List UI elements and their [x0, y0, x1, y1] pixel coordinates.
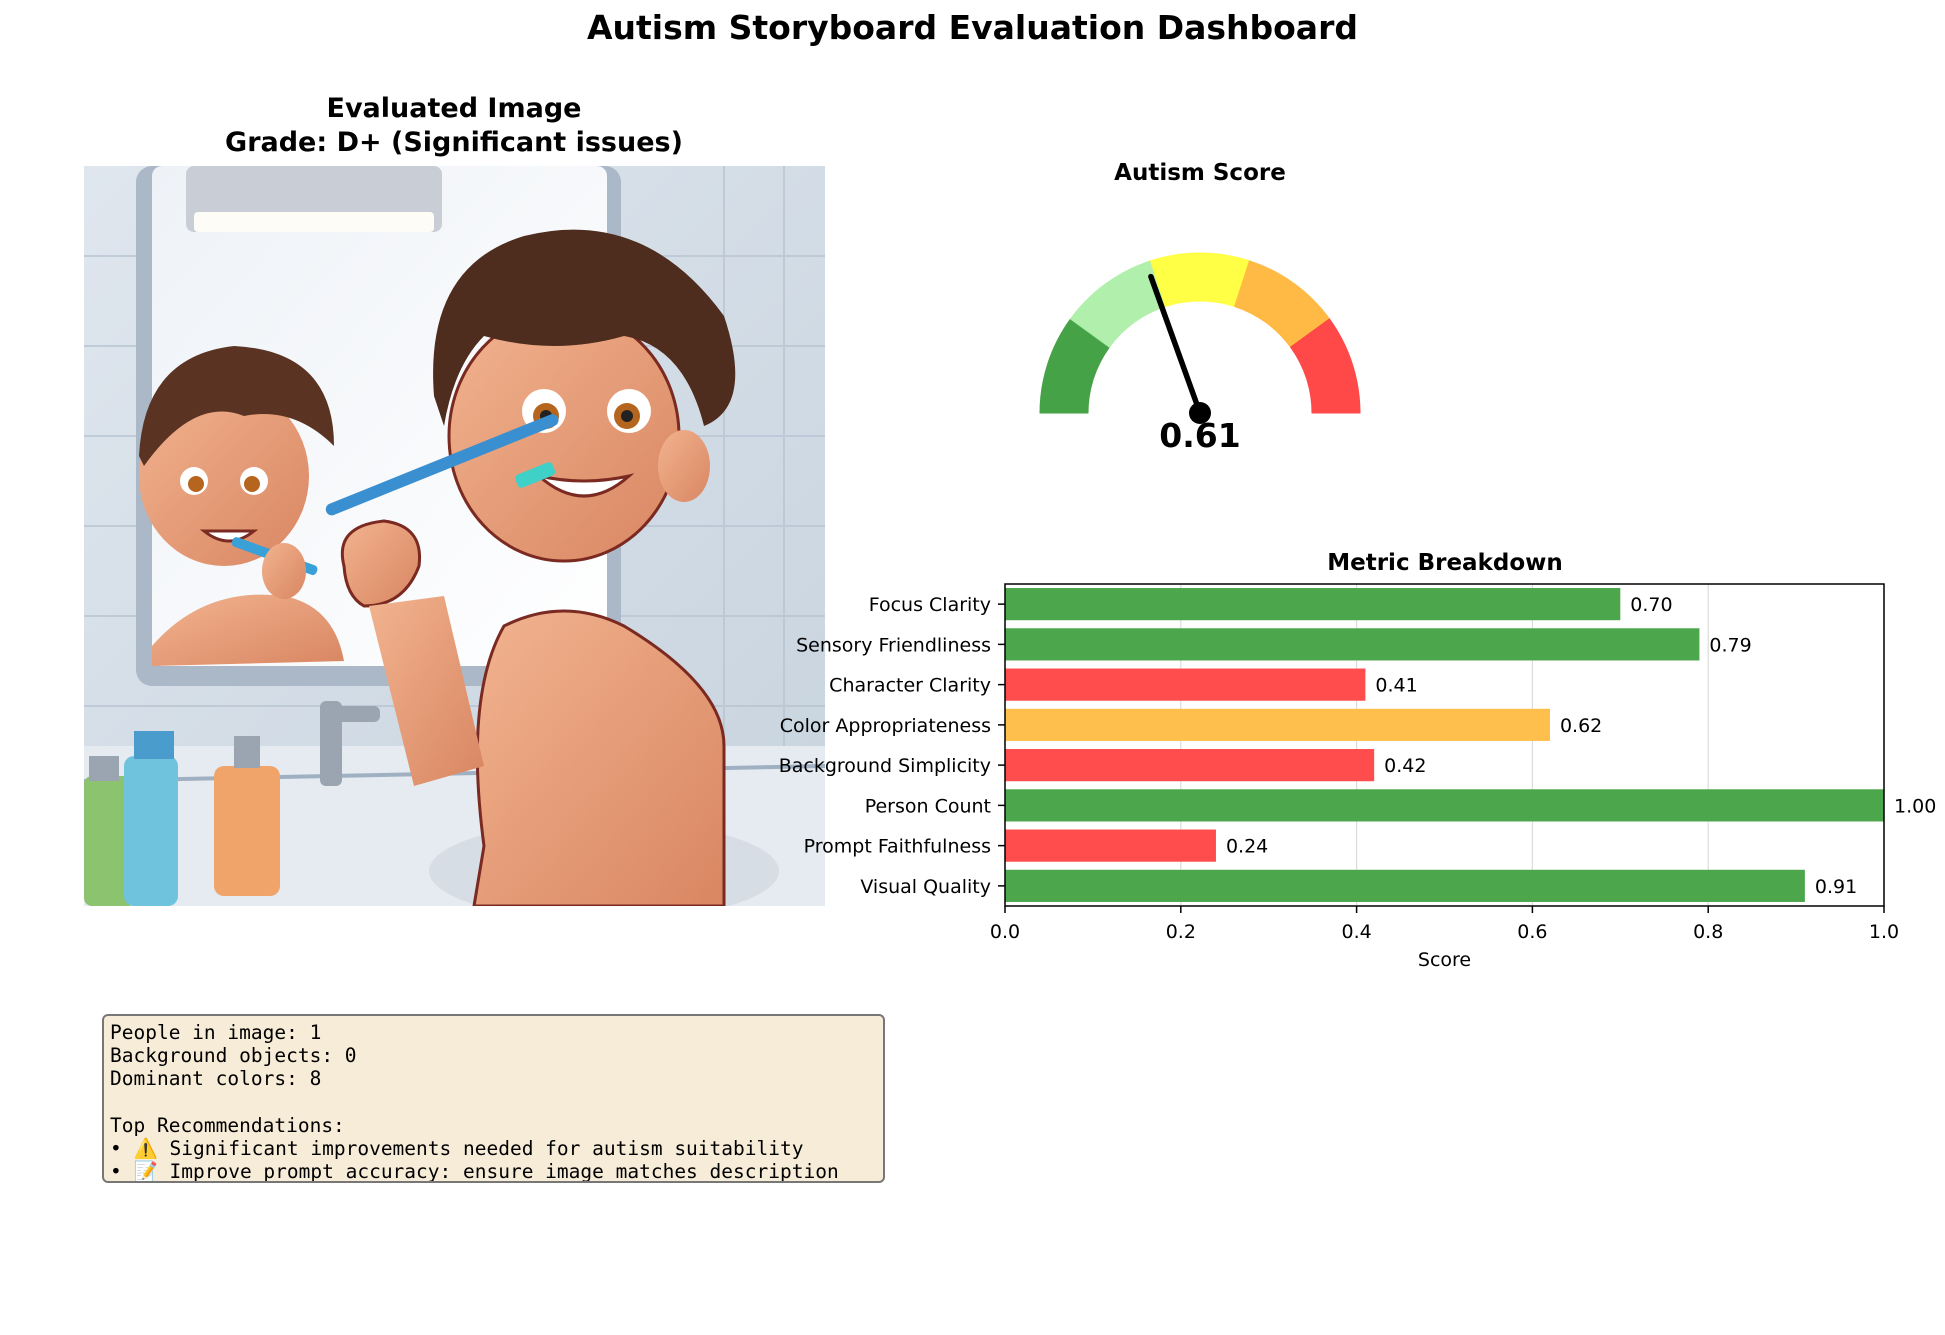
x-tick-label: 0.6	[1517, 921, 1547, 943]
bar	[1005, 869, 1805, 902]
bar	[1005, 829, 1216, 862]
x-tick-label: 1.0	[1869, 921, 1899, 943]
gauge-value: 0.61	[1159, 416, 1240, 455]
category-label: Visual Quality	[860, 876, 991, 898]
dashboard-title: Autism Storyboard Evaluation Dashboard	[587, 8, 1358, 47]
gauge-title: Autism Score	[1114, 160, 1286, 186]
x-tick-label: 0.4	[1341, 921, 1371, 943]
info-line: • ⚠️ Significant improvements needed for…	[110, 1136, 804, 1160]
category-label: Sensory Friendliness	[796, 634, 991, 656]
info-line: Top Recommendations:	[110, 1113, 345, 1137]
bar	[1005, 628, 1700, 661]
x-axis-label: Score	[1418, 949, 1471, 971]
value-label: 0.79	[1709, 634, 1751, 656]
category-label: Focus Clarity	[869, 594, 991, 616]
bar	[1005, 789, 1884, 822]
category-label: Person Count	[865, 795, 991, 817]
info-line: Dominant colors: 8	[110, 1067, 322, 1091]
info-line: • 📝 Improve prompt accuracy: ensure imag…	[110, 1160, 839, 1183]
evaluated-image	[84, 166, 825, 906]
value-label: 0.24	[1226, 836, 1268, 858]
score-gauge: 0.61	[1039, 252, 1361, 455]
value-label: 0.62	[1560, 715, 1602, 737]
bar	[1005, 668, 1366, 701]
info-line	[110, 1091, 877, 1114]
value-label: 1.00	[1894, 795, 1936, 817]
value-label: 0.42	[1384, 755, 1426, 777]
info-line: Background objects: 0	[110, 1044, 357, 1068]
x-tick-label: 0.8	[1693, 921, 1723, 943]
bar	[1005, 588, 1621, 621]
chart-title: Metric Breakdown	[1327, 550, 1563, 576]
x-tick-label: 0.2	[1166, 921, 1196, 943]
category-label: Character Clarity	[829, 675, 991, 697]
info-line: People in image: 1	[110, 1021, 322, 1044]
category-label: Prompt Faithfulness	[804, 836, 991, 858]
grade-line: Grade: D+ (Significant issues)	[225, 127, 683, 158]
image-panel-title: Evaluated Image Grade: D+ (Significant i…	[84, 92, 824, 160]
bar	[1005, 708, 1550, 741]
info-box: People in image: 1 Background objects: 0D…	[102, 1014, 885, 1183]
bar	[1005, 749, 1375, 782]
bottle-orange	[214, 766, 280, 896]
plot-area-frame	[1004, 583, 1885, 907]
value-label: 0.41	[1375, 675, 1417, 697]
gauge-segment	[1149, 252, 1251, 308]
bottle-blue	[124, 756, 178, 906]
image-title-line: Evaluated Image	[326, 93, 582, 124]
value-label: 0.70	[1630, 594, 1672, 616]
x-tick-label: 0.0	[990, 921, 1020, 943]
value-label: 0.91	[1815, 876, 1857, 898]
